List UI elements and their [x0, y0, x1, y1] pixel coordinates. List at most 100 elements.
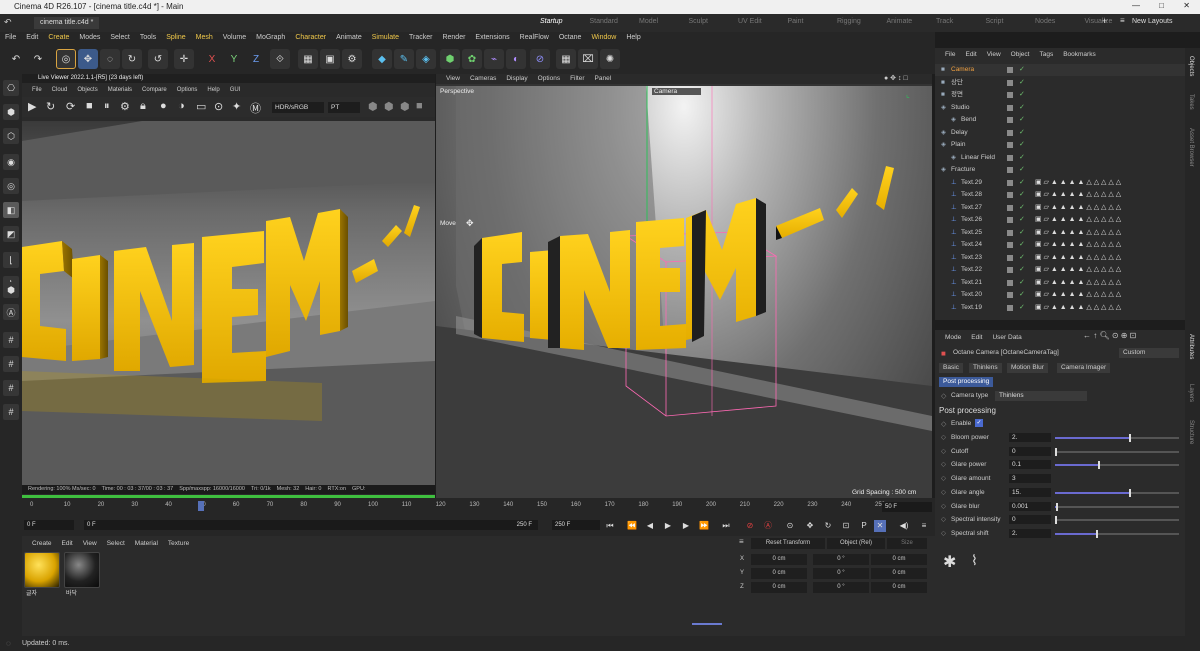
stop-icon[interactable]: ■ [86, 100, 93, 112]
menu-help[interactable]: Help [626, 32, 640, 44]
lv-menu-compare[interactable]: Compare [142, 87, 167, 93]
file-tab[interactable]: cinema title.c4d * [34, 17, 100, 29]
grid-snap-icon[interactable]: # [3, 332, 19, 348]
tab-camera-imager[interactable]: Camera Imager [1057, 363, 1111, 373]
object-row[interactable]: ⊥ Text.21 ✓ ▣ ▱ ▲ ▲ ▲ ▲ △ △ △ △ △ [935, 277, 1185, 289]
render-settings-icon[interactable]: ⚙ [342, 49, 362, 69]
coord-rot-field[interactable]: 0 ° [813, 568, 869, 579]
menu-modes[interactable]: Modes [79, 32, 100, 44]
prev-key-icon[interactable]: ⏪ [626, 520, 638, 532]
object-enabled-check[interactable]: ✓ [1019, 202, 1025, 214]
coord-menu-icon[interactable]: ≡ [739, 537, 744, 546]
menu-volume[interactable]: Volume [223, 32, 246, 44]
object-enabled-check[interactable]: ✓ [1019, 127, 1025, 139]
menu-realflow[interactable]: RealFlow [520, 32, 549, 44]
reset-transform-button[interactable]: Reset Transform [751, 538, 825, 549]
render-picture-viewer-icon[interactable]: ▣ [320, 49, 340, 69]
attr-nav-icons[interactable]: ← ↑ 🔍︎ ⊙ ⊕ ⊡ [1083, 331, 1136, 340]
enable-checkbox[interactable]: ✓ [975, 419, 983, 427]
hex-icon-2[interactable]: ⬢ [384, 100, 394, 113]
undo-icon[interactable]: ↶ [4, 17, 12, 28]
layout-tab-model[interactable]: Model [639, 18, 658, 25]
transform-tool-icon[interactable]: ✛ [174, 49, 194, 69]
move-gizmo-icon[interactable]: ✥ [466, 218, 474, 229]
scale-tool-icon[interactable]: ◌ [100, 49, 120, 69]
go-start-icon[interactable]: ⏮ [604, 520, 616, 532]
pause-icon[interactable]: ⏸ [104, 100, 110, 113]
live-select-icon[interactable]: ⬢ [3, 282, 19, 298]
object-row[interactable]: ◈ Bend ✓ [935, 114, 1185, 126]
param-diamond-icon[interactable]: ◇ [941, 431, 946, 444]
refresh-icon[interactable]: ↻ [46, 100, 55, 113]
object-enabled-check[interactable]: ✓ [1019, 177, 1025, 189]
coord-size-field[interactable]: 0 cm [871, 568, 927, 579]
workplane-icon[interactable]: Ⓐ [3, 304, 19, 320]
layout-tab-animate[interactable]: Animate [887, 18, 913, 25]
object-enabled-check[interactable]: ✓ [1019, 189, 1025, 201]
param-diamond-icon[interactable]: ◇ [941, 500, 946, 513]
hex-icon-3[interactable]: ⬢ [400, 100, 410, 113]
light-bulb-icon[interactable]: ✺ [600, 49, 620, 69]
mat-menu-edit[interactable]: Edit [62, 540, 73, 547]
mat-menu-create[interactable]: Create [32, 540, 52, 547]
focus-icon[interactable]: ⊙ [214, 100, 223, 113]
coord-pos-field[interactable]: 0 cm [751, 582, 807, 593]
lv-menu-materials[interactable]: Materials [108, 87, 132, 93]
restart-icon[interactable]: ⟳ [66, 100, 75, 113]
menu-mograph[interactable]: MoGraph [256, 32, 285, 44]
coordinate-system-icon[interactable]: ⟐ [270, 49, 290, 69]
object-visibility-toggle[interactable] [1007, 217, 1013, 223]
param-slider-knob[interactable] [1055, 516, 1057, 525]
vp-menu-options[interactable]: Options [538, 74, 560, 84]
attr-menu-mode[interactable]: Mode [945, 334, 961, 341]
object-visibility-toggle[interactable] [1007, 142, 1013, 148]
tab-post-processing[interactable]: Post processing [939, 377, 994, 387]
rotate-tool-icon[interactable]: ↻ [122, 49, 142, 69]
param-slider-knob[interactable] [1095, 529, 1098, 538]
object-row[interactable]: ◈ Plain ✓ [935, 139, 1185, 151]
viewport-nav-icons[interactable]: ● ✥ ↕ □ [884, 74, 908, 82]
object-visibility-toggle[interactable] [1007, 129, 1013, 136]
undo-button[interactable]: ↶ [6, 49, 26, 69]
pick-icon[interactable]: ✦ [232, 100, 241, 113]
object-visibility-toggle[interactable] [1007, 167, 1013, 173]
end-frame-field[interactable]: 250 F [552, 520, 600, 530]
material-swatch-2[interactable] [64, 552, 100, 588]
object-visibility-toggle[interactable] [1007, 104, 1013, 111]
object-enabled-check[interactable]: ✓ [1019, 139, 1025, 151]
layout-tab-rigging[interactable]: Rigging [837, 18, 861, 25]
auto-key-icon[interactable]: Ⓐ [762, 520, 774, 532]
menu-edit[interactable]: Edit [26, 32, 38, 44]
coord-pos-field[interactable]: 0 cm [751, 554, 807, 565]
object-row[interactable]: ■ Camera ✓ [935, 64, 1185, 76]
coord-size-select[interactable]: Size [887, 538, 927, 549]
layout-tab-sculpt[interactable]: Sculpt [689, 18, 708, 25]
vp-menu-view[interactable]: View [446, 74, 460, 84]
object-row[interactable]: ◈ Delay ✓ [935, 127, 1185, 139]
layout-tab-paint[interactable]: Paint [788, 18, 804, 25]
mat-menu-select[interactable]: Select [107, 540, 125, 547]
prev-frame-icon[interactable]: ◀ [644, 520, 656, 532]
param-slider-knob[interactable] [1129, 434, 1132, 442]
timeline-menu-icon[interactable]: ≡ [918, 520, 930, 532]
play-icon[interactable]: ▶ [28, 100, 36, 113]
key-icon[interactable]: ⊙ [784, 520, 796, 532]
object-row[interactable]: ⊥ Text.22 ✓ ▣ ▱ ▲ ▲ ▲ ▲ △ △ △ △ △ [935, 264, 1185, 276]
light-icon[interactable]: ⊘ [530, 49, 550, 69]
object-visibility-toggle[interactable] [1007, 267, 1013, 273]
clay-icon[interactable]: ◑ [178, 100, 185, 112]
camera-icon[interactable]: ⌧ [578, 49, 598, 69]
object-enabled-check[interactable]: ✓ [1019, 289, 1025, 301]
model-mode-icon[interactable]: ⬢ [3, 104, 19, 120]
axis-icon[interactable]: ⌊ [3, 252, 19, 268]
side-tab-attributes[interactable]: Attributes [1188, 334, 1194, 359]
z-axis-toggle[interactable]: Z [246, 49, 266, 69]
solo-icon[interactable]: ◩ [3, 226, 19, 242]
object-enabled-check[interactable]: ✓ [1019, 152, 1025, 164]
object-row[interactable]: ■ 상단 ✓ [935, 77, 1185, 89]
camera-type-select[interactable]: Thinlens [995, 391, 1087, 401]
pen-icon[interactable]: ✎ [394, 49, 414, 69]
subdivision-icon[interactable]: ◈ [416, 49, 436, 69]
coord-pos-field[interactable]: 0 cm [751, 568, 807, 579]
param-slider[interactable] [1055, 488, 1179, 497]
